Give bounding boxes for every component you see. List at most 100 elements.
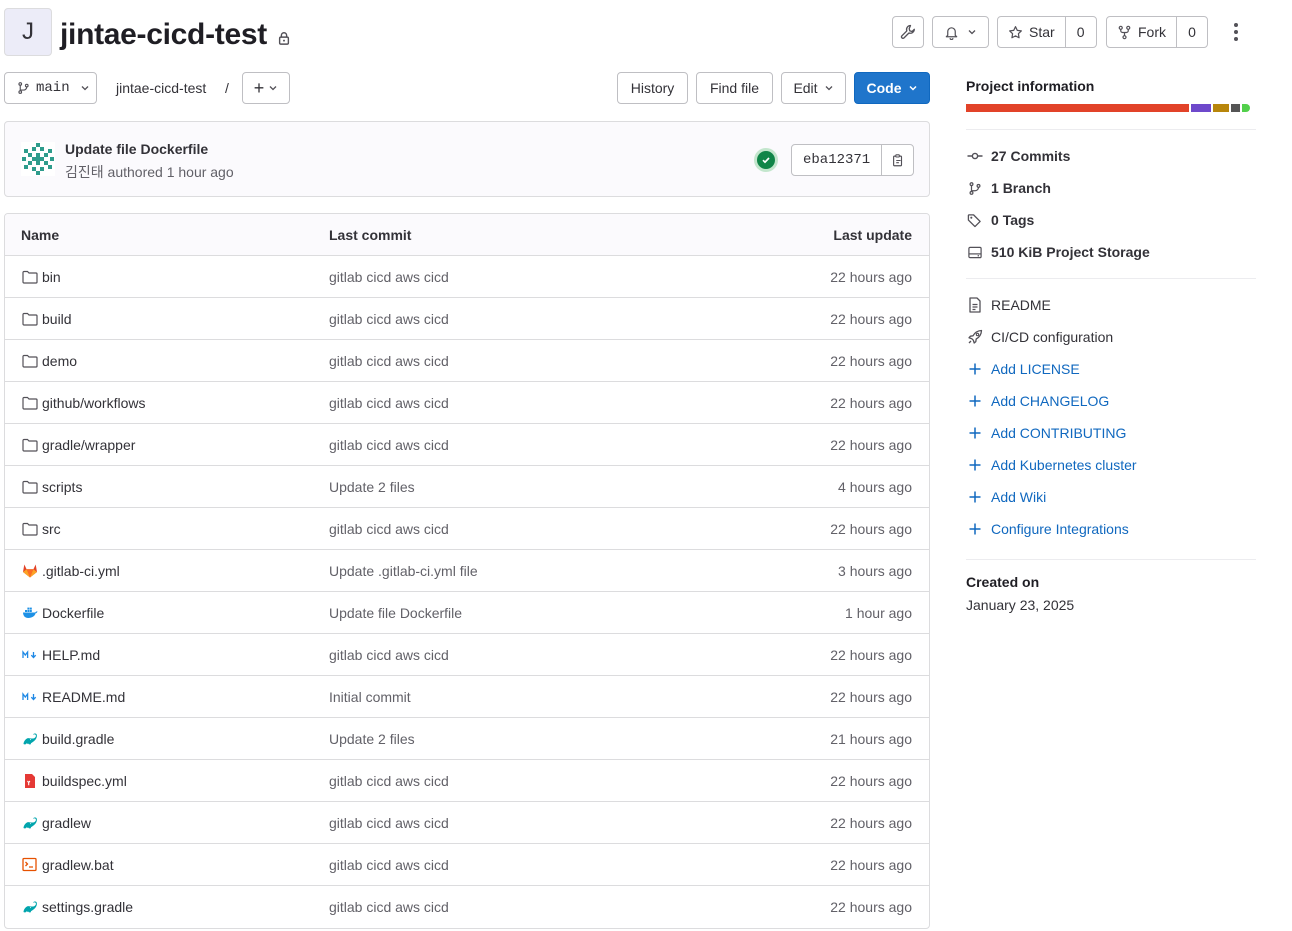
table-row[interactable]: settings.gradle gitlab cicd aws cicd 22 ho… — [5, 886, 929, 928]
plus-icon — [966, 425, 983, 441]
language-segment[interactable] — [1241, 104, 1251, 112]
file-name-link[interactable]: settings.gradle — [42, 899, 133, 915]
author-avatar[interactable] — [21, 142, 55, 176]
language-segment[interactable] — [966, 104, 1189, 112]
table-row[interactable]: src gitlab cicd aws cicd 22 hours ago — [5, 508, 929, 550]
table-row[interactable]: Dockerfile Update file Dockerfile 1 hour a… — [5, 592, 929, 634]
table-row[interactable]: github/workflows gitlab cicd aws cicd 22 h… — [5, 382, 929, 424]
more-actions-icon[interactable] — [1226, 20, 1246, 44]
commit-author[interactable]: 김진태 — [65, 164, 104, 180]
file-name-link[interactable]: HELP.md — [42, 647, 100, 663]
table-row[interactable]: bin gitlab cicd aws cicd 22 hours ago — [5, 256, 929, 298]
file-last-commit-link[interactable]: gitlab cicd aws cicd — [329, 395, 729, 411]
sidebar-link-add-changelog[interactable]: Add CHANGELOG — [966, 393, 1109, 409]
table-row[interactable]: scripts Update 2 files 4 hours ago — [5, 466, 929, 508]
star-count[interactable]: 0 — [1064, 17, 1096, 47]
table-row[interactable]: README.md Initial commit 22 hours ago — [5, 676, 929, 718]
fork-button-group[interactable]: Fork 0 — [1106, 16, 1208, 48]
file-name-link[interactable]: build.gradle — [42, 731, 114, 747]
file-name-link[interactable]: github/workflows — [42, 395, 146, 411]
sidebar-link-ci-cd-configuration[interactable]: CI/CD configuration — [966, 329, 1113, 345]
file-name-cell: github/workflows — [5, 395, 329, 411]
file-last-update: 1 hour ago — [845, 604, 912, 621]
language-segment[interactable] — [1190, 104, 1211, 112]
terminal-file-icon — [21, 857, 38, 873]
edit-button[interactable]: Edit — [781, 72, 846, 104]
file-name-link[interactable]: gradlew.bat — [42, 857, 114, 873]
file-last-commit-link[interactable]: Update 2 files — [329, 479, 729, 495]
file-last-commit-link[interactable]: gitlab cicd aws cicd — [329, 437, 729, 453]
file-name-link[interactable]: scripts — [42, 479, 82, 495]
file-last-commit-link[interactable]: gitlab cicd aws cicd — [329, 353, 729, 369]
file-last-commit-link[interactable]: gitlab cicd aws cicd — [329, 815, 729, 831]
table-row[interactable]: .gitlab-ci.yml Update .gitlab-ci.yml file… — [5, 550, 929, 592]
star-button-group[interactable]: Star 0 — [997, 16, 1097, 48]
sidebar-link-configure-integrations[interactable]: Configure Integrations — [966, 521, 1129, 537]
file-last-commit-link[interactable]: gitlab cicd aws cicd — [329, 857, 729, 873]
settings-button[interactable] — [892, 16, 924, 48]
gitlab-icon — [21, 563, 38, 579]
file-name-link[interactable]: buildspec.yml — [42, 773, 127, 789]
table-row[interactable]: buildspec.yml gitlab cicd aws cicd 22 hour… — [5, 760, 929, 802]
file-name-link[interactable]: gradle/wrapper — [42, 437, 135, 453]
fork-button[interactable]: Fork — [1107, 17, 1176, 47]
sidebar-link-add-kubernetes-cluster[interactable]: Add Kubernetes cluster — [966, 457, 1137, 473]
commit-meta: 김진태 authored 1 hour ago — [65, 162, 234, 182]
file-name-link[interactable]: src — [42, 521, 61, 537]
table-row[interactable]: build gitlab cicd aws cicd 22 hours ago — [5, 298, 929, 340]
table-row[interactable]: gradlew.bat gitlab cicd aws cicd 22 hours … — [5, 844, 929, 886]
file-last-commit-link[interactable]: gitlab cicd aws cicd — [329, 269, 729, 285]
sidebar-link-add-license[interactable]: Add LICENSE — [966, 361, 1080, 377]
fork-count[interactable]: 0 — [1176, 17, 1207, 47]
breadcrumb[interactable]: jintae-cicd-test — [116, 80, 206, 96]
table-row[interactable]: demo gitlab cicd aws cicd 22 hours ago — [5, 340, 929, 382]
copy-sha-button[interactable] — [881, 145, 913, 175]
file-last-commit-link[interactable]: Update .gitlab-ci.yml file — [329, 563, 729, 579]
file-last-commit-link[interactable]: Update file Dockerfile — [329, 605, 729, 621]
sidebar-link-readme[interactable]: README — [966, 297, 1051, 313]
table-row[interactable]: gradlew gitlab cicd aws cicd 22 hours ago — [5, 802, 929, 844]
language-segment[interactable] — [1212, 104, 1230, 112]
project-stat-commits[interactable]: 27 Commits — [966, 148, 1070, 164]
file-name-link[interactable]: Dockerfile — [42, 605, 104, 621]
project-stat-project-storage[interactable]: 510 KiB Project Storage — [966, 244, 1150, 260]
sidebar-link-add-contributing[interactable]: Add CONTRIBUTING — [966, 425, 1126, 441]
notification-button[interactable] — [932, 16, 989, 48]
file-name-link[interactable]: README.md — [42, 689, 125, 705]
file-name-link[interactable]: .gitlab-ci.yml — [42, 563, 120, 579]
file-name-link[interactable]: bin — [42, 269, 61, 285]
language-bar[interactable] — [966, 104, 1256, 112]
commit-sha[interactable]: eba12371 — [792, 145, 881, 175]
sidebar-link-add-wiki[interactable]: Add Wiki — [966, 489, 1046, 505]
plus-icon — [966, 521, 983, 537]
add-new-button[interactable]: + — [242, 72, 290, 104]
table-row[interactable]: gradle/wrapper gitlab cicd aws cicd 22 hou… — [5, 424, 929, 466]
history-button[interactable]: History — [617, 72, 688, 104]
commit-title[interactable]: Update file Dockerfile — [65, 141, 208, 157]
file-last-commit-link[interactable]: gitlab cicd aws cicd — [329, 521, 729, 537]
file-name-cell: bin — [5, 269, 329, 285]
file-last-commit-link[interactable]: Update 2 files — [329, 731, 729, 747]
table-row[interactable]: build.gradle Update 2 files 21 hours ago — [5, 718, 929, 760]
project-stat-tags[interactable]: 0 Tags — [966, 212, 1034, 228]
table-row[interactable]: HELP.md gitlab cicd aws cicd 22 hours ago — [5, 634, 929, 676]
code-button[interactable]: Code — [854, 72, 930, 104]
project-avatar[interactable]: J — [4, 8, 52, 56]
language-segment[interactable] — [1231, 104, 1240, 112]
file-last-commit-link[interactable]: gitlab cicd aws cicd — [329, 311, 729, 327]
file-last-commit-link[interactable]: gitlab cicd aws cicd — [329, 647, 729, 663]
pipeline-status-icon[interactable] — [754, 148, 778, 172]
file-last-commit-link[interactable]: gitlab cicd aws cicd — [329, 773, 729, 789]
file-name-link[interactable]: build — [42, 311, 72, 327]
file-name-link[interactable]: demo — [42, 353, 77, 369]
file-name-link[interactable]: gradlew — [42, 815, 91, 831]
project-name[interactable]: jintae-cicd-test — [60, 16, 267, 54]
branch-selector[interactable]: main — [4, 72, 97, 104]
project-stat-branch[interactable]: 1 Branch — [966, 180, 1051, 196]
star-button[interactable]: Star — [998, 17, 1065, 47]
file-last-commit-link[interactable]: gitlab cicd aws cicd — [329, 899, 729, 915]
file-last-commit-link[interactable]: Initial commit — [329, 689, 729, 705]
project-initial: J — [22, 18, 34, 45]
file-last-update: 22 hours ago — [830, 436, 912, 453]
find-file-button[interactable]: Find file — [696, 72, 773, 104]
